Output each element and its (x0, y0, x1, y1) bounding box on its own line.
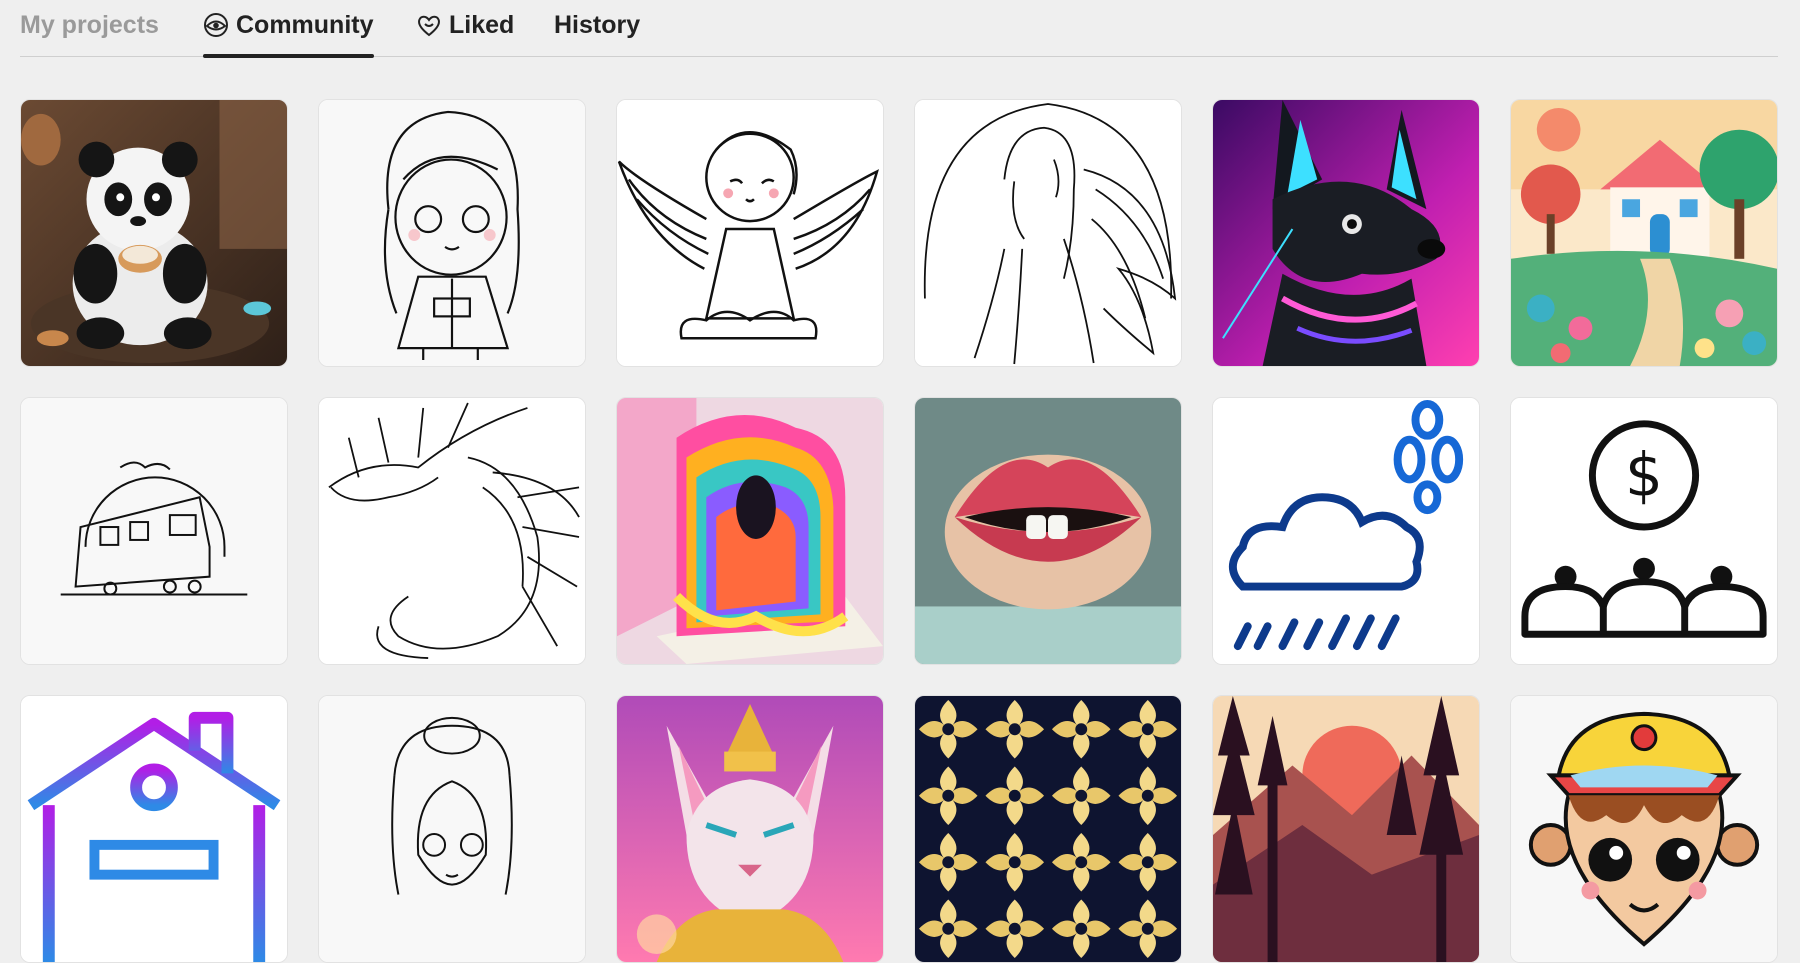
gallery-item-rainbow-sculpture[interactable] (616, 397, 884, 665)
tab-community[interactable]: Community (203, 8, 374, 58)
gallery-item-forest-sunset[interactable] (1212, 695, 1480, 963)
house-icon (21, 696, 287, 962)
tab-label: My projects (20, 11, 159, 39)
tab-history[interactable]: History (554, 8, 640, 56)
gallery-item-cartoon-boy[interactable] (1510, 695, 1778, 963)
dragon-lineart (319, 398, 585, 664)
eye-icon (203, 8, 229, 42)
gallery-item-dragon[interactable] (318, 397, 586, 665)
gallery-item-dollar-people[interactable]: $ (1510, 397, 1778, 665)
tab-my-projects[interactable]: My projects (20, 8, 159, 56)
gallery-item-lips[interactable] (914, 397, 1182, 665)
princess-lineart (319, 696, 585, 962)
heart-icon (416, 8, 442, 42)
gallery-item-angel[interactable] (616, 99, 884, 367)
gallery-item-house[interactable] (20, 695, 288, 963)
gallery-item-train[interactable] (20, 397, 288, 665)
ornamental-pattern (915, 696, 1181, 962)
woman-angel-lineart (915, 100, 1181, 366)
gallery-item-panda[interactable] (20, 99, 288, 367)
gallery-item-neon-dog[interactable] (1212, 99, 1480, 367)
gallery-item-princess[interactable] (318, 695, 586, 963)
tab-bar: My projects Community Liked History (20, 0, 1778, 58)
train-lineart (21, 398, 287, 664)
gallery-item-cottage[interactable] (1510, 99, 1778, 367)
chibi-girl-lineart (319, 100, 585, 366)
cottage-garden-image (1511, 100, 1777, 366)
dollar-people-icon: $ (1511, 398, 1777, 664)
angel-lineart (617, 100, 883, 366)
gallery-item-sphinx-cat[interactable] (616, 695, 884, 963)
tab-label: Liked (449, 11, 515, 39)
gallery-item-angel-woman[interactable] (914, 99, 1182, 367)
tab-liked[interactable]: Liked (416, 8, 514, 56)
sphinx-cat-image (617, 696, 883, 962)
svg-text:$: $ (1625, 441, 1663, 510)
gallery-item-chibi-girl[interactable] (318, 99, 586, 367)
forest-sunset-image (1213, 696, 1479, 962)
rain-cloud-icon (1213, 398, 1479, 664)
rainbow-sculpture-image (617, 398, 883, 664)
gallery-item-pattern[interactable] (914, 695, 1182, 963)
panda-image (21, 100, 287, 366)
tab-label: History (554, 11, 641, 39)
lips-image (915, 398, 1181, 664)
neon-dog-image (1213, 100, 1479, 366)
tab-label: Community (236, 11, 374, 39)
cartoon-boy-image (1511, 696, 1777, 962)
gallery-item-rain-cloud[interactable] (1212, 397, 1480, 665)
